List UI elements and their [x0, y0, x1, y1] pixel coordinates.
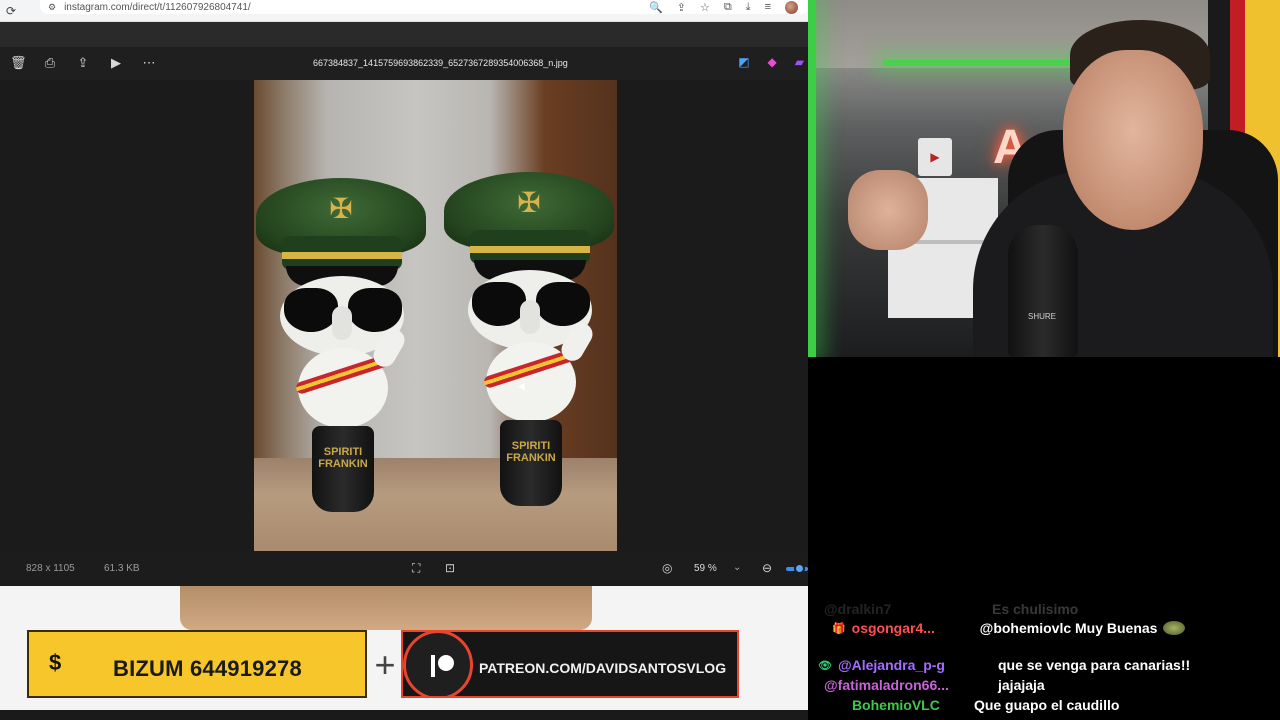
youtube-plaque-icon: ▶ — [918, 138, 952, 176]
downloads-icon[interactable]: ⤓ — [746, 1, 751, 14]
chat-message: @fatimaladron66... jajajaja — [818, 675, 1045, 695]
chat-text: que se venga para canarias!! — [997, 657, 1191, 673]
background-photo — [180, 586, 592, 630]
browser-icons: 🔍 ⇪ ☆ ⧉ ⤓ ≡ — [649, 0, 810, 14]
print-icon[interactable]: ⎙ — [43, 55, 57, 71]
streamer-face — [1063, 50, 1203, 230]
eagle-emblem-icon: ✠ — [517, 187, 541, 218]
figurine-label: SPIRITI FRANKIN — [506, 440, 556, 464]
patreon-text: PATREON.COM/DAVIDSANTOSVLOG — [479, 660, 727, 676]
extensions-icon[interactable]: ⧉ — [724, 1, 732, 14]
file-size: 61.3 KB — [104, 563, 140, 574]
chevron-down-icon[interactable]: ⌄ — [733, 562, 741, 573]
patreon-logo-icon — [403, 632, 473, 696]
fit-to-window-icon[interactable]: ⛶ — [412, 561, 420, 576]
zoom-level[interactable]: 59 % — [694, 563, 717, 574]
emote-icon — [1163, 621, 1186, 635]
designer-icon[interactable]: ◆ — [768, 55, 777, 69]
chat-username: @dralkin7 — [824, 601, 892, 617]
mic-brand: SHURE — [1028, 312, 1057, 321]
file-name: 667384837_1415759693862339_6527367289354… — [313, 58, 568, 68]
site-settings-icon[interactable]: ⚙ — [48, 2, 56, 13]
chat-message: 🎖🎁 osgongar4... @bohemiovlc Muy Buenas — [818, 618, 1186, 638]
bizum-text: BIZUM 644919278 — [113, 656, 302, 681]
zoom-slider-thumb[interactable] — [794, 563, 805, 574]
green-led-strip — [808, 0, 816, 357]
url-text[interactable]: instagram.com/direct/t/112607926804741/ — [64, 2, 251, 13]
slideshow-icon[interactable]: ▶ — [109, 55, 123, 71]
share-icon[interactable]: ⇪ — [76, 55, 90, 71]
chat-badges: 👁 — [818, 659, 832, 672]
browser-toolbar: ⟳ ⚙ instagram.com/direct/t/1126079268047… — [0, 0, 810, 22]
streamer-hand — [848, 170, 928, 250]
viewer-toolbar: 🗑 ⎙ ⇪ ▶ ⋯ 667384837_1415759693862339_652… — [0, 47, 808, 80]
visual-search-icon[interactable]: ◎ — [662, 561, 672, 575]
address-bar[interactable]: ⚙ instagram.com/direct/t/112607926804741… — [40, 0, 810, 14]
chat-username: @Alejandra_p-g — [837, 657, 945, 673]
image-dimensions: 828 x 1105 — [26, 563, 75, 574]
chat-username: osgongar4... — [851, 620, 935, 636]
chat-text: Es chulisimo — [992, 601, 1079, 617]
chat-username: BohemioVLC — [851, 697, 940, 713]
plus-sign: + — [374, 644, 396, 685]
menu-icon[interactable]: ≡ — [765, 1, 771, 13]
more-icon[interactable]: ⋯ — [142, 55, 156, 71]
screen: ⟳ ⚙ instagram.com/direct/t/1126079268047… — [0, 0, 1280, 720]
viewer-status-bar: 828 x 1105 61.3 KB ⛶ ⊡ ◎ 59 % ⌄ ⊖ — [0, 552, 808, 586]
photo[interactable]: ✠ SPIRITI FRANKIN ✠ SPIRITI FRANKIN — [254, 80, 617, 551]
figurine-right: ✠ SPIRITI FRANKIN — [442, 172, 614, 512]
microphone — [1008, 225, 1078, 357]
dollar-icon: $ — [49, 650, 62, 675]
chat-message: 👁 @Alejandra_p-g que se venga para canar… — [818, 655, 1190, 675]
figurine-label: SPIRITI FRANKIN — [318, 446, 368, 470]
webcam-feed: ▶ A SHURE — [808, 0, 1280, 357]
chat-text: jajajaja — [998, 677, 1045, 693]
chat-message: 👁🎖 BohemioVLC Que guapo el caudillo — [818, 695, 1119, 715]
actual-size-icon[interactable]: ⊡ — [445, 561, 455, 575]
zoom-out-icon[interactable]: ⊖ — [762, 561, 772, 575]
profile-avatar[interactable] — [785, 0, 798, 14]
chat-username: @fatimaladron66... — [824, 677, 949, 693]
figurine-left: ✠ SPIRITI FRANKIN — [254, 178, 426, 518]
bizum-banner: $ BIZUM 644919278 — [27, 630, 367, 698]
chat-overlay: @dralkin7 Es chulisimo 🎖🎁 osgongar4... @… — [808, 357, 1280, 720]
zoom-icon[interactable]: 🔍 — [649, 1, 663, 14]
chat-text: Que guapo el caudillo — [973, 697, 1120, 713]
reload-icon[interactable]: ⟳ — [0, 4, 22, 18]
delete-icon[interactable]: 🗑 — [10, 55, 27, 71]
chat-badges: 🎖🎁 — [818, 622, 846, 635]
clipchamp-icon[interactable]: ▰ — [795, 55, 804, 69]
chat-message: @dralkin7 Es chulisimo — [818, 599, 1078, 619]
eagle-emblem-icon: ✠ — [329, 193, 353, 224]
chat-text: @bohemiovlc Muy Buenas — [979, 620, 1158, 636]
viewer-title-strip — [0, 22, 808, 47]
share-icon[interactable]: ⇪ — [677, 1, 686, 14]
patreon-banner: PATREON.COM/DAVIDSANTOSVLOG — [401, 630, 739, 698]
chat-badges: 👁🎖 — [818, 699, 846, 712]
star-icon[interactable]: ☆ — [700, 1, 710, 14]
taskbar-strip — [0, 710, 808, 720]
edit-icon[interactable]: ◩ — [738, 55, 749, 69]
